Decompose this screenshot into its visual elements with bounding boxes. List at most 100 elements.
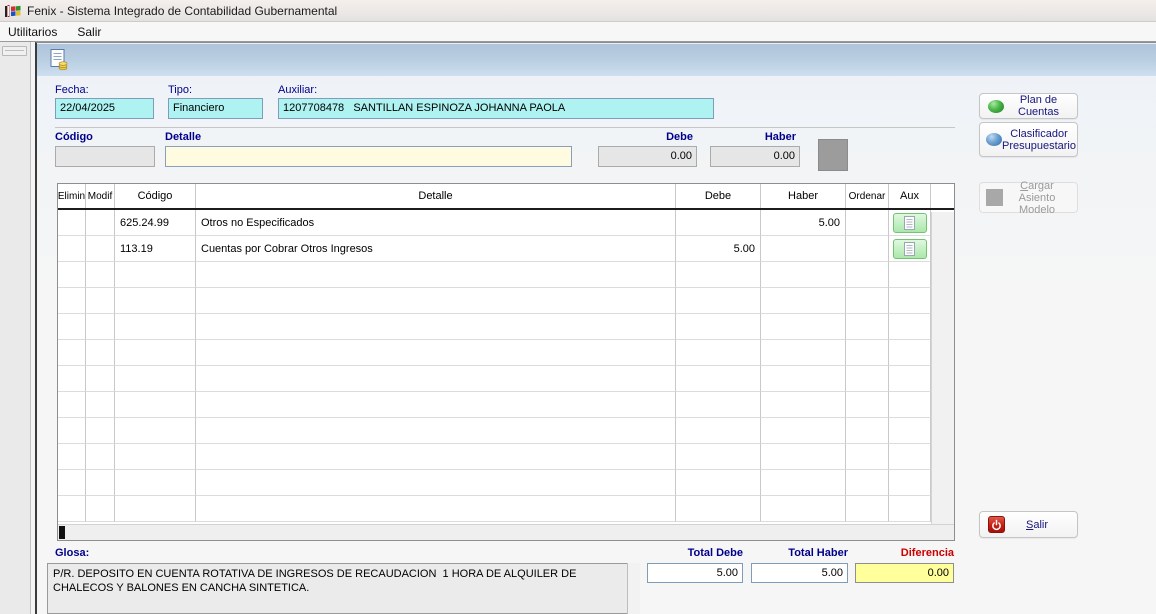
cell-6 xyxy=(846,366,889,392)
menu-salir[interactable]: Salir xyxy=(67,22,111,41)
cell-4 xyxy=(676,262,761,288)
debe-label: Debe xyxy=(598,131,693,143)
cell-0 xyxy=(58,314,86,340)
debe-input[interactable]: 0.00 xyxy=(598,146,697,167)
cell-6 xyxy=(846,314,889,340)
glosa-label: Glosa: xyxy=(55,547,89,559)
cell-1 xyxy=(86,418,115,444)
table-row[interactable]: 113.19Cuentas por Cobrar Otros Ingresos5… xyxy=(58,236,954,262)
haber-input[interactable]: 0.00 xyxy=(710,146,800,167)
table-vertical-scrollbar[interactable] xyxy=(931,212,954,524)
cell-0 xyxy=(58,496,86,522)
cell-2: 625.24.99 xyxy=(115,210,196,236)
cell-6 xyxy=(846,418,889,444)
cell-4 xyxy=(676,496,761,522)
title-bar: Fenix - Sistema Integrado de Contabilida… xyxy=(0,0,1156,22)
cell-6 xyxy=(846,210,889,236)
cell-7 xyxy=(889,210,931,236)
cell-0 xyxy=(58,418,86,444)
cell-0 xyxy=(58,236,86,262)
table-empty-row xyxy=(58,392,954,418)
column-header-3[interactable]: Detalle xyxy=(196,184,676,208)
cell-7 xyxy=(889,366,931,392)
add-entry-button[interactable] xyxy=(818,139,848,171)
cell-3 xyxy=(196,444,676,470)
cell-4 xyxy=(676,418,761,444)
cell-1 xyxy=(86,314,115,340)
total-debe-label: Total Debe xyxy=(647,547,743,559)
cell-3 xyxy=(196,314,676,340)
form-separator xyxy=(55,127,955,128)
cell-3 xyxy=(196,366,676,392)
clasificador-presupuestario-button[interactable]: Clasificador Presupuestario xyxy=(979,122,1078,157)
hscroll-thumb[interactable] xyxy=(59,526,65,539)
clasificador-presupuestario-label: Clasificador Presupuestario xyxy=(1002,128,1076,152)
cell-7 xyxy=(889,496,931,522)
menu-utilitarios[interactable]: Utilitarios xyxy=(0,22,67,41)
entries-table: EliminModifCódigoDetalleDebeHaberOrdenar… xyxy=(57,183,955,541)
codigo-input[interactable] xyxy=(55,146,155,167)
cell-7 xyxy=(889,314,931,340)
plan-de-cuentas-button[interactable]: Plan de Cuentas xyxy=(979,93,1078,119)
column-header-5[interactable]: Haber xyxy=(761,184,846,208)
column-header-1[interactable]: Modif xyxy=(86,184,115,208)
sidebar-grip[interactable] xyxy=(2,46,27,56)
column-header-4[interactable]: Debe xyxy=(676,184,761,208)
cell-0 xyxy=(58,288,86,314)
cell-1 xyxy=(86,340,115,366)
cell-4: 5.00 xyxy=(676,236,761,262)
gray-square-icon xyxy=(986,189,1003,206)
haber-label: Haber xyxy=(710,131,796,143)
cell-1 xyxy=(86,470,115,496)
save-voucher-icon[interactable] xyxy=(47,47,71,72)
cell-5 xyxy=(761,418,846,444)
cell-5 xyxy=(761,288,846,314)
column-header-2[interactable]: Código xyxy=(115,184,196,208)
cell-3: Cuentas por Cobrar Otros Ingresos xyxy=(196,236,676,262)
cell-4 xyxy=(676,210,761,236)
total-haber-label: Total Haber xyxy=(751,547,848,559)
cell-3 xyxy=(196,496,676,522)
aux-button[interactable] xyxy=(893,239,927,259)
cell-0 xyxy=(58,444,86,470)
cell-0 xyxy=(58,366,86,392)
column-header-6[interactable]: Ordenar xyxy=(846,184,889,208)
glosa-scrollbar[interactable] xyxy=(627,563,640,614)
cell-7 xyxy=(889,470,931,496)
table-empty-row xyxy=(58,366,954,392)
cell-6 xyxy=(846,340,889,366)
fenix-app-icon xyxy=(5,3,21,19)
table-horizontal-scrollbar[interactable] xyxy=(58,524,954,540)
cell-0 xyxy=(58,340,86,366)
toolbar xyxy=(37,43,1156,76)
cell-2: 113.19 xyxy=(115,236,196,262)
glosa-container: P/R. DEPOSITO EN CUENTA ROTATIVA DE INGR… xyxy=(47,563,640,614)
cell-0 xyxy=(58,470,86,496)
cell-4 xyxy=(676,288,761,314)
total-haber-field: 5.00 xyxy=(751,563,848,583)
cell-1 xyxy=(86,210,115,236)
cell-5 xyxy=(761,314,846,340)
auxiliar-input[interactable]: 1207708478 SANTILLAN ESPINOZA JOHANNA PA… xyxy=(278,98,714,119)
fecha-input[interactable]: 22/04/2025 xyxy=(55,98,154,119)
cell-4 xyxy=(676,444,761,470)
cargar-asiento-modelo-button[interactable]: Cargar Asiento Modelo xyxy=(979,182,1078,213)
cell-3: Otros no Especificados xyxy=(196,210,676,236)
column-header-0[interactable]: Elimin xyxy=(58,184,86,208)
cell-7 xyxy=(889,418,931,444)
column-header-7[interactable]: Aux xyxy=(889,184,931,208)
cell-1 xyxy=(86,262,115,288)
detalle-input[interactable] xyxy=(165,146,572,167)
cell-7 xyxy=(889,392,931,418)
cell-7 xyxy=(889,288,931,314)
cell-0 xyxy=(58,392,86,418)
aux-button[interactable] xyxy=(893,213,927,233)
table-row[interactable]: 625.24.99Otros no Especificados5.00 xyxy=(58,210,954,236)
table-empty-row xyxy=(58,470,954,496)
salir-button[interactable]: Salir xyxy=(979,511,1078,538)
cell-5 xyxy=(761,392,846,418)
blue-sphere-icon xyxy=(986,133,1002,146)
tipo-input[interactable]: Financiero xyxy=(168,98,263,119)
glosa-textarea[interactable]: P/R. DEPOSITO EN CUENTA ROTATIVA DE INGR… xyxy=(47,563,640,614)
fecha-label: Fecha: xyxy=(55,84,89,96)
